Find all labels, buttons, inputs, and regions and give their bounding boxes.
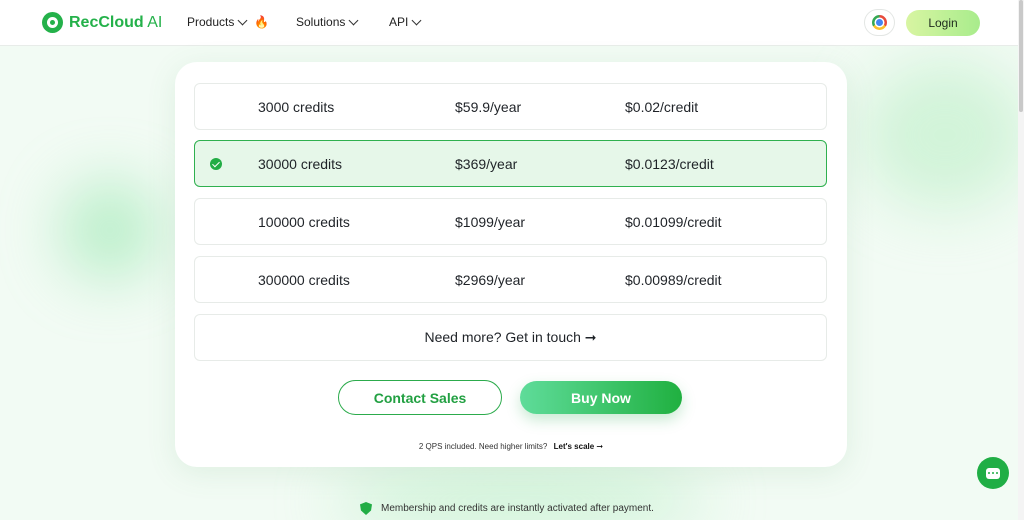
brand-name: RecCloud AI bbox=[69, 13, 163, 31]
lets-scale-link[interactable]: Let's scale ➞ bbox=[554, 442, 604, 451]
scrollbar[interactable] bbox=[1018, 0, 1024, 520]
background-glow bbox=[860, 60, 1024, 210]
login-button[interactable]: Login bbox=[906, 10, 980, 36]
nav-products-label: Products bbox=[187, 15, 235, 29]
contact-sales-button[interactable]: Contact Sales bbox=[338, 380, 502, 415]
plan-option-100000[interactable]: 100000 credits $1099/year $0.01099/credi… bbox=[194, 198, 827, 245]
plan-unit-price: $0.02/credit bbox=[625, 99, 699, 115]
nav-solutions-label: Solutions bbox=[296, 15, 346, 29]
plan-price: $2969/year bbox=[455, 272, 526, 288]
check-circle-icon bbox=[210, 158, 222, 170]
plan-option-300000[interactable]: 300000 credits $2969/year $0.00989/credi… bbox=[194, 256, 827, 303]
plan-credits: 300000 credits bbox=[258, 272, 350, 288]
qps-note: 2 QPS included. Need higher limits? Let'… bbox=[175, 442, 847, 451]
plan-price: $369/year bbox=[455, 156, 518, 172]
reccloud-logo-icon bbox=[42, 12, 63, 33]
nav-api[interactable]: API bbox=[389, 15, 422, 29]
plan-credits: 100000 credits bbox=[258, 214, 350, 230]
chrome-extension-button[interactable] bbox=[864, 9, 895, 36]
plan-unit-price: $0.00989/credit bbox=[625, 272, 722, 288]
plan-credits: 30000 credits bbox=[258, 156, 343, 172]
chevron-down-icon bbox=[237, 15, 248, 25]
plan-unit-price: $0.01099/credit bbox=[625, 214, 722, 230]
plan-price: $1099/year bbox=[455, 214, 526, 230]
background-glow bbox=[60, 180, 160, 280]
scrollbar-thumb[interactable] bbox=[1019, 0, 1023, 112]
chat-bubble-icon bbox=[986, 467, 1000, 479]
shield-check-icon bbox=[360, 502, 372, 515]
brand-logo[interactable]: RecCloud AI bbox=[42, 12, 162, 33]
plan-price: $59.9/year bbox=[455, 99, 522, 115]
plan-option-30000[interactable]: 30000 credits $369/year $0.0123/credit bbox=[194, 140, 827, 187]
chat-support-button[interactable] bbox=[977, 457, 1009, 489]
pricing-card: 3000 credits $59.9/year $0.02/credit 300… bbox=[175, 62, 847, 467]
activation-note: Membership and credits are instantly act… bbox=[360, 502, 654, 515]
nav-solutions[interactable]: Solutions bbox=[296, 15, 359, 29]
fire-icon: 🔥 bbox=[254, 15, 270, 29]
top-navigation-bar: RecCloud AI Products 🔥 Solutions API Log… bbox=[0, 0, 1024, 46]
plan-option-3000[interactable]: 3000 credits $59.9/year $0.02/credit bbox=[194, 83, 827, 130]
chevron-down-icon bbox=[348, 15, 359, 25]
qps-text: 2 QPS included. Need higher limits? bbox=[418, 442, 548, 451]
plan-unit-price: $0.0123/credit bbox=[625, 156, 714, 172]
plan-credits: 3000 credits bbox=[258, 99, 335, 115]
chrome-icon bbox=[872, 15, 887, 30]
nav-api-label: API bbox=[389, 15, 409, 29]
nav-products[interactable]: Products 🔥 bbox=[187, 15, 269, 29]
activation-text: Membership and credits are instantly act… bbox=[381, 503, 654, 514]
buy-now-button[interactable]: Buy Now bbox=[520, 381, 682, 414]
chevron-down-icon bbox=[411, 15, 422, 25]
get-in-touch-link[interactable]: Need more? Get in touch ➞ bbox=[194, 314, 827, 361]
